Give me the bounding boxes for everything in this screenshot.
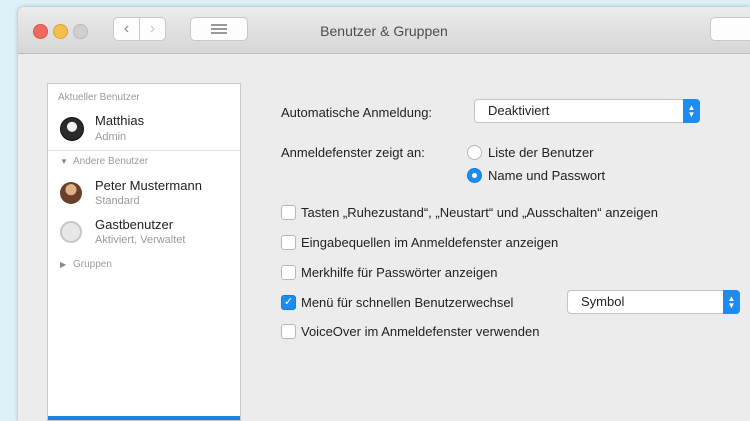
groups-heading[interactable]: Gruppen <box>73 259 112 270</box>
current-user-role: Admin <box>95 131 127 143</box>
disclosure-closed-icon[interactable]: ▶ <box>60 260 66 269</box>
login-window-shows-label: Anmeldefenster zeigt an: <box>281 145 425 160</box>
system-preferences-window: ‹ › Benutzer & Gruppen Aktueller Benutze… <box>18 7 750 421</box>
title-bar: ‹ › Benutzer & Gruppen <box>18 7 750 54</box>
checkbox-voiceover-label[interactable]: VoiceOver im Anmeldefenster verwenden <box>301 324 539 339</box>
radio-name-password-label[interactable]: Name und Passwort <box>488 168 605 183</box>
avatar <box>60 117 84 141</box>
checkbox-input-sources-label[interactable]: Eingabequellen im Anmeldefenster anzeige… <box>301 235 558 250</box>
popup-stepper-icon: ▲ ▼ <box>723 290 740 314</box>
checkbox-power-buttons[interactable] <box>281 205 296 220</box>
checkbox-password-hints[interactable] <box>281 265 296 280</box>
auto-login-value: Deaktiviert <box>488 103 550 118</box>
radio-user-list-label[interactable]: Liste der Benutzer <box>488 145 594 160</box>
divider <box>48 150 240 151</box>
auto-login-label: Automatische Anmeldung: <box>281 105 433 120</box>
user-name[interactable]: Peter Mustermann <box>95 178 202 193</box>
current-user-heading: Aktueller Benutzer <box>58 92 140 103</box>
checkmark-icon: ✓ <box>283 296 294 308</box>
search-field[interactable] <box>710 17 750 41</box>
radio-user-list[interactable] <box>467 145 482 160</box>
popup-stepper-icon: ▲ ▼ <box>683 99 700 123</box>
other-users-heading: Andere Benutzer <box>73 156 149 167</box>
current-user-name[interactable]: Matthias <box>95 113 144 128</box>
user-role: Aktiviert, Verwaltet <box>95 234 186 246</box>
auto-login-popup[interactable]: Deaktiviert ▲ ▼ <box>474 99 700 123</box>
radio-name-password[interactable] <box>467 168 482 183</box>
checkbox-power-buttons-label[interactable]: Tasten „Ruhezustand“, „Neustart“ und „Au… <box>301 205 658 220</box>
window-title: Benutzer & Gruppen <box>320 23 448 39</box>
fast-switch-style-popup[interactable]: Symbol ▲ ▼ <box>567 290 740 314</box>
avatar <box>60 182 82 204</box>
user-name[interactable]: Gastbenutzer <box>95 217 173 232</box>
user-role: Standard <box>95 195 140 207</box>
checkbox-fast-user-switching-label[interactable]: Menü für schnellen Benutzerwechsel <box>301 295 513 310</box>
checkbox-voiceover[interactable] <box>281 324 296 339</box>
fast-switch-style-value: Symbol <box>581 294 625 309</box>
users-sidebar: Aktueller Benutzer Matthias Admin ▼ Ande… <box>47 83 241 421</box>
selection-bar <box>48 416 240 420</box>
disclosure-open-icon[interactable]: ▼ <box>60 157 68 166</box>
guest-avatar-icon <box>60 221 82 243</box>
checkbox-password-hints-label[interactable]: Merkhilfe für Passwörter anzeigen <box>301 265 498 280</box>
checkbox-input-sources[interactable] <box>281 235 296 250</box>
checkbox-fast-user-switching[interactable]: ✓ <box>281 295 296 310</box>
